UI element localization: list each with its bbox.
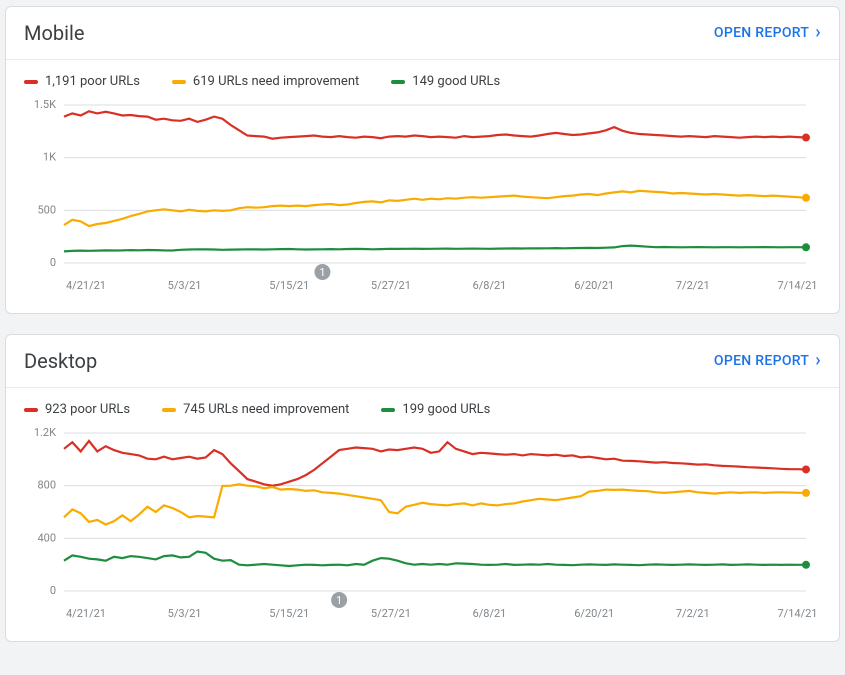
legend-label-need: 745 URLs need improvement — [183, 402, 349, 417]
open-report-link[interactable]: OPEN REPORT › — [714, 352, 821, 370]
legend-label-poor: 1,191 poor URLs — [45, 74, 140, 89]
card-title: Desktop — [24, 349, 97, 373]
chevron-right-icon: › — [815, 352, 821, 370]
svg-text:6/20/21: 6/20/21 — [574, 279, 614, 292]
svg-text:5/3/21: 5/3/21 — [168, 607, 202, 620]
svg-text:5/15/21: 5/15/21 — [269, 279, 309, 292]
legend-label-good: 149 good URLs — [412, 74, 500, 89]
legend-item-good: 199 good URLs — [381, 402, 490, 417]
svg-text:800: 800 — [37, 479, 56, 492]
legend-label-good: 199 good URLs — [402, 402, 490, 417]
open-report-label: OPEN REPORT — [714, 25, 809, 41]
svg-text:5/15/21: 5/15/21 — [269, 607, 309, 620]
open-report-label: OPEN REPORT — [714, 353, 809, 369]
svg-text:7/2/21: 7/2/21 — [676, 279, 710, 292]
open-report-link[interactable]: OPEN REPORT › — [714, 24, 821, 42]
legend-item-need: 745 URLs need improvement — [162, 402, 349, 417]
chevron-right-icon: › — [815, 24, 821, 42]
svg-text:0: 0 — [50, 256, 56, 269]
legend: 923 poor URLs 745 URLs need improvement … — [6, 388, 839, 421]
svg-text:6/8/21: 6/8/21 — [473, 279, 507, 292]
svg-text:6/8/21: 6/8/21 — [473, 607, 507, 620]
card-desktop: Desktop OPEN REPORT › 923 poor URLs 745 … — [5, 334, 840, 642]
legend-item-good: 149 good URLs — [391, 74, 500, 89]
svg-text:0: 0 — [50, 584, 56, 597]
legend-item-poor: 1,191 poor URLs — [24, 74, 140, 89]
card-header: Mobile OPEN REPORT › — [6, 7, 839, 59]
legend-item-need: 619 URLs need improvement — [172, 74, 359, 89]
svg-text:6/20/21: 6/20/21 — [574, 607, 614, 620]
svg-text:4/21/21: 4/21/21 — [66, 279, 106, 292]
swatch-need — [162, 408, 176, 412]
card-title: Mobile — [24, 21, 84, 45]
svg-text:1K: 1K — [43, 151, 56, 164]
swatch-need — [172, 80, 186, 84]
svg-text:1.5K: 1.5K — [34, 99, 56, 111]
svg-text:5/3/21: 5/3/21 — [168, 279, 202, 292]
svg-text:400: 400 — [37, 531, 56, 544]
svg-text:1.2K: 1.2K — [34, 427, 56, 439]
legend: 1,191 poor URLs 619 URLs need improvemen… — [6, 60, 839, 93]
legend-item-poor: 923 poor URLs — [24, 402, 130, 417]
card-mobile: Mobile OPEN REPORT › 1,191 poor URLs 619… — [5, 6, 840, 314]
swatch-poor — [24, 408, 38, 412]
svg-text:4/21/21: 4/21/21 — [66, 607, 106, 620]
chart-mobile: 0 500 1K 1.5K 4/21/21 5/3/21 5/15/21 5/27/21 6/8… — [6, 93, 839, 313]
svg-text:500: 500 — [37, 203, 56, 216]
swatch-good — [381, 408, 395, 412]
svg-text:7/14/21: 7/14/21 — [778, 607, 818, 620]
svg-text:5/27/21: 5/27/21 — [371, 279, 411, 292]
swatch-poor — [24, 80, 38, 84]
svg-text:1: 1 — [336, 594, 342, 607]
legend-label-poor: 923 poor URLs — [45, 402, 130, 417]
card-header: Desktop OPEN REPORT › — [6, 335, 839, 387]
chart-desktop: 0 400 800 1.2K 4/21/21 5/3/21 5/15/21 5/27/21 6/… — [6, 421, 839, 641]
svg-text:5/27/21: 5/27/21 — [371, 607, 411, 620]
legend-label-need: 619 URLs need improvement — [193, 74, 359, 89]
svg-text:7/14/21: 7/14/21 — [778, 279, 818, 292]
svg-text:1: 1 — [319, 266, 325, 279]
swatch-good — [391, 80, 405, 84]
svg-text:7/2/21: 7/2/21 — [676, 607, 710, 620]
